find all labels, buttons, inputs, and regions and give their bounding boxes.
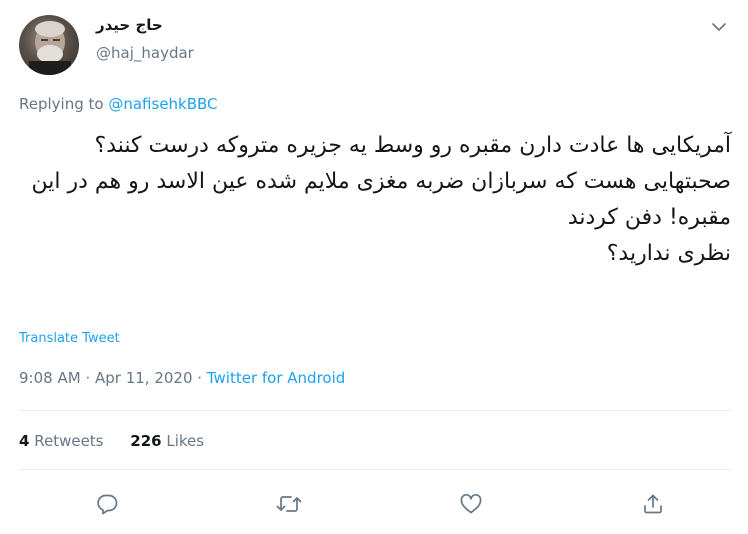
tweet-date[interactable]: Apr 11, 2020 — [95, 369, 193, 387]
retweets-label: Retweets — [34, 432, 104, 450]
divider — [19, 410, 731, 411]
reply-icon — [97, 494, 118, 515]
retweet-icon — [276, 496, 302, 512]
avatar[interactable] — [19, 15, 79, 75]
avatar-photo — [29, 21, 71, 75]
user-handle[interactable]: @haj_haydar — [96, 44, 194, 62]
translate-tweet-link[interactable]: Translate Tweet — [19, 331, 120, 346]
display-name[interactable]: حاج حیدر — [96, 16, 163, 34]
like-icon — [460, 493, 482, 514]
retweet-button[interactable] — [267, 487, 311, 521]
divider — [19, 469, 731, 470]
share-icon — [644, 494, 662, 514]
chevron-down-icon — [712, 23, 726, 31]
tweet-actions — [85, 487, 675, 521]
replying-prefix: Replying to — [19, 95, 104, 113]
retweets-stat[interactable]: 4 Retweets — [19, 432, 104, 450]
like-button[interactable] — [449, 487, 493, 521]
tweet-meta: 9:08 AM · Apr 11, 2020 · Twitter for And… — [19, 369, 345, 387]
tweet-text: آمریکایی ها عادت دارن مقبره رو وسط یه جز… — [31, 133, 732, 266]
tweet-time[interactable]: 9:08 AM — [19, 369, 81, 387]
meta-separator: · — [197, 369, 203, 387]
retweets-count: 4 — [19, 432, 30, 450]
meta-separator: · — [85, 369, 91, 387]
reply-button[interactable] — [85, 487, 129, 521]
tweet-menu-button[interactable] — [708, 16, 730, 38]
tweet-stats: 4 Retweets 226 Likes — [19, 432, 204, 450]
likes-stat[interactable]: 226 Likes — [130, 432, 204, 450]
tweet-source-link[interactable]: Twitter for Android — [207, 369, 345, 387]
likes-label: Likes — [166, 432, 205, 450]
replying-to-link[interactable]: @nafisehkBBC — [108, 95, 217, 113]
share-button[interactable] — [631, 487, 675, 521]
likes-count: 226 — [130, 432, 162, 450]
replying-to: Replying to @nafisehkBBC — [19, 95, 218, 113]
